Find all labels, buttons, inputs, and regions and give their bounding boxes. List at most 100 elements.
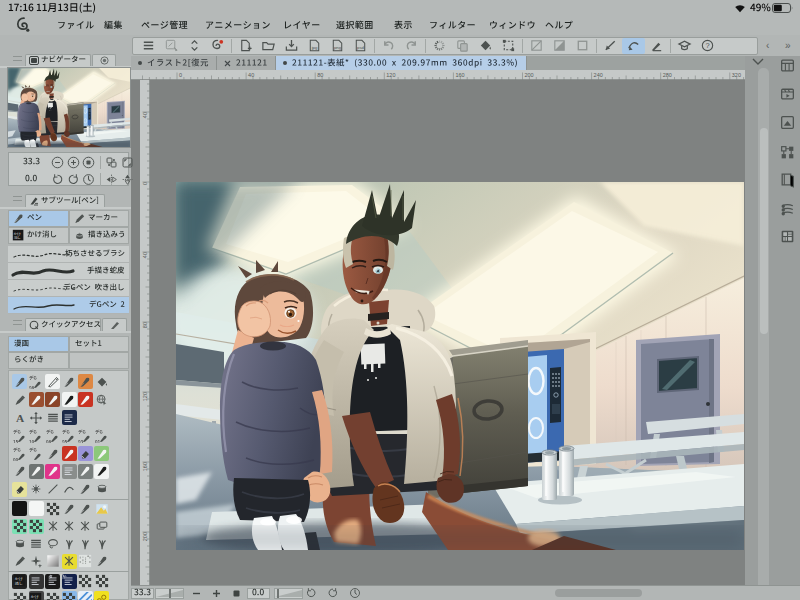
fit-window-button[interactable] bbox=[121, 156, 134, 169]
pen-deg-tool[interactable] bbox=[12, 428, 27, 443]
menu-item-3[interactable] bbox=[141, 20, 188, 33]
zoom-value-box[interactable] bbox=[131, 588, 154, 599]
marker-tool[interactable] bbox=[12, 392, 27, 407]
line-tool[interactable] bbox=[45, 482, 60, 497]
dark-texture-tool[interactable]: かけ消し bbox=[29, 591, 44, 600]
quick-access-set-3[interactable] bbox=[8, 352, 69, 369]
redo-button[interactable] bbox=[400, 38, 423, 54]
subtool-list-button[interactable] bbox=[779, 201, 796, 218]
zoom-slider[interactable] bbox=[155, 588, 184, 599]
pen-nib-tool[interactable] bbox=[62, 501, 77, 516]
xburst-tool[interactable] bbox=[62, 519, 77, 534]
pen-deg-tool[interactable] bbox=[94, 428, 109, 443]
pen-nib-tool[interactable] bbox=[12, 374, 27, 389]
open-file-button[interactable] bbox=[257, 38, 280, 54]
noise-tool[interactable] bbox=[78, 554, 93, 569]
pen-deg-tool[interactable] bbox=[78, 428, 93, 443]
snap-vanish-button[interactable] bbox=[645, 38, 668, 54]
rotate-reset-button[interactable] bbox=[349, 587, 361, 599]
checker-tool[interactable] bbox=[12, 519, 27, 534]
brush-item-1[interactable] bbox=[8, 246, 129, 263]
menu-item-6[interactable] bbox=[336, 20, 374, 33]
grass-tool[interactable] bbox=[78, 536, 93, 551]
cylinder-tool[interactable] bbox=[94, 482, 109, 497]
clip-studio-button[interactable] bbox=[206, 38, 229, 54]
brush-item-3[interactable] bbox=[8, 280, 129, 297]
menu-item-4[interactable] bbox=[205, 20, 271, 33]
navigator-sub-tab[interactable] bbox=[92, 54, 116, 66]
document-tab-3[interactable] bbox=[276, 56, 527, 70]
checker-tool[interactable] bbox=[45, 591, 60, 600]
tutorial-button[interactable] bbox=[673, 38, 696, 54]
rotate-reset-button[interactable] bbox=[82, 173, 95, 186]
rotate-ccw-button[interactable] bbox=[51, 173, 64, 186]
dark-kanji-tool[interactable] bbox=[62, 464, 77, 479]
clip-studio-logo[interactable] bbox=[16, 17, 32, 33]
help-button[interactable]: ? bbox=[696, 38, 719, 54]
collapse-right-arrow[interactable]: » bbox=[785, 40, 791, 51]
canvas-artwork[interactable] bbox=[176, 182, 744, 550]
quick-access-tab[interactable] bbox=[25, 318, 101, 331]
grass-tool[interactable] bbox=[62, 536, 77, 551]
pencil-tool[interactable] bbox=[45, 374, 60, 389]
zoom-out-button[interactable] bbox=[192, 589, 201, 598]
new-file-button[interactable] bbox=[234, 38, 257, 54]
checker-tool[interactable] bbox=[45, 501, 60, 516]
pen-white-tool[interactable] bbox=[29, 392, 44, 407]
menu-item-7[interactable] bbox=[394, 20, 413, 33]
black-square-tool[interactable] bbox=[12, 501, 27, 516]
layer-book-button[interactable] bbox=[779, 171, 796, 188]
rotate-cw-button[interactable] bbox=[67, 173, 80, 186]
checker-tool[interactable] bbox=[78, 574, 93, 589]
dark-kanji-tool[interactable] bbox=[29, 574, 44, 589]
pen-deg-tool[interactable] bbox=[45, 428, 60, 443]
menu-item-2[interactable] bbox=[104, 20, 123, 33]
lasso-tool[interactable] bbox=[45, 536, 60, 551]
grass-tool[interactable] bbox=[94, 536, 109, 551]
dark-kanji-tool[interactable] bbox=[62, 574, 77, 589]
pen-nib-tool[interactable] bbox=[12, 464, 27, 479]
document-tab-2[interactable] bbox=[217, 56, 276, 70]
paste-button[interactable] bbox=[451, 38, 474, 54]
navigator-thumbnail[interactable] bbox=[8, 68, 130, 147]
collapse-button[interactable] bbox=[183, 38, 206, 54]
checker-tool[interactable] bbox=[12, 591, 27, 600]
pen-nib-tool[interactable] bbox=[78, 482, 93, 497]
close-icon[interactable] bbox=[224, 60, 231, 67]
gradient-tool[interactable] bbox=[45, 554, 60, 569]
rotate-cw-button[interactable] bbox=[327, 587, 339, 599]
quick-access-sub-tab[interactable] bbox=[102, 318, 127, 331]
transform-button[interactable] bbox=[497, 38, 520, 54]
pen-white-tool[interactable] bbox=[94, 446, 109, 461]
palette-grip[interactable] bbox=[13, 320, 22, 325]
canvas-view-button[interactable] bbox=[779, 114, 796, 131]
undo-button[interactable] bbox=[377, 38, 400, 54]
move-cross-tool[interactable] bbox=[29, 410, 44, 425]
save-button[interactable] bbox=[280, 38, 303, 54]
hlines-tool[interactable] bbox=[29, 536, 44, 551]
export-png-button[interactable]: png bbox=[326, 38, 349, 54]
subtool-group-2[interactable] bbox=[69, 210, 129, 227]
pen-white-tool[interactable] bbox=[78, 392, 93, 407]
layers-two-tool[interactable] bbox=[94, 519, 109, 534]
quick-access-set-2[interactable] bbox=[69, 336, 129, 352]
quick-access-set-1[interactable] bbox=[8, 336, 69, 352]
page-manager-button[interactable] bbox=[779, 57, 796, 74]
deselect-button[interactable] bbox=[525, 38, 548, 54]
dark-texture-tool[interactable]: かけ消し bbox=[12, 574, 27, 589]
sparkle-tool[interactable] bbox=[29, 554, 44, 569]
pen-deg-tool[interactable] bbox=[12, 446, 27, 461]
subtool-group-4[interactable] bbox=[69, 227, 129, 244]
eraser-tool[interactable] bbox=[78, 446, 93, 461]
curve-tool[interactable] bbox=[62, 482, 77, 497]
cylinder-tool[interactable] bbox=[12, 536, 27, 551]
menu-item-1[interactable] bbox=[57, 20, 95, 33]
pen-white-tool[interactable] bbox=[62, 446, 77, 461]
menu-item-5[interactable] bbox=[283, 20, 321, 33]
invert-selection-button[interactable] bbox=[548, 38, 571, 54]
photo-tool[interactable] bbox=[94, 501, 109, 516]
menu-item-9[interactable] bbox=[489, 20, 536, 33]
navigator-tab[interactable] bbox=[25, 54, 91, 66]
pen-nib-tool[interactable] bbox=[78, 501, 93, 516]
pen-white-tool[interactable] bbox=[78, 464, 93, 479]
